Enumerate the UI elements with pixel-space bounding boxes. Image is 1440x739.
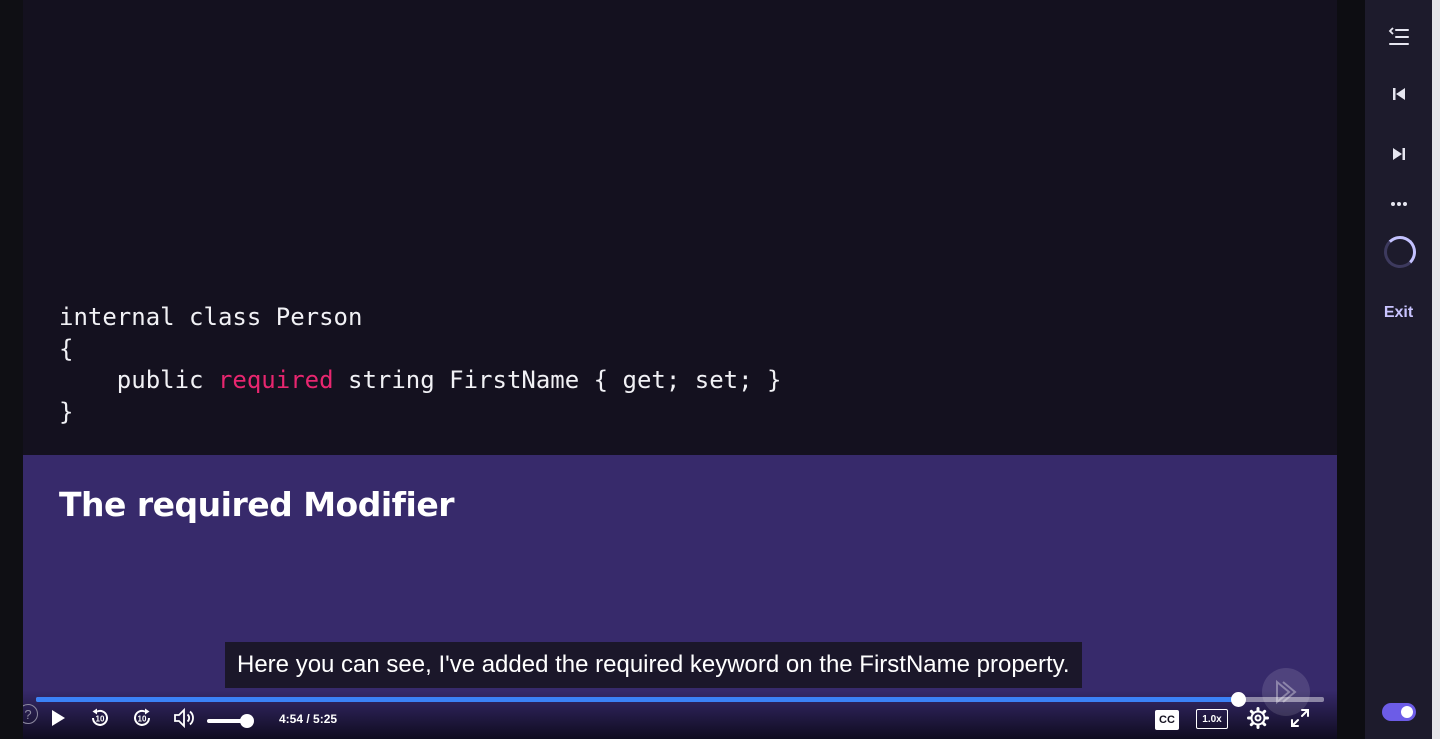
left-margin xyxy=(0,0,23,739)
time-display: 4:54 / 5:25 xyxy=(279,712,338,726)
playlist-button[interactable] xyxy=(1365,26,1432,53)
window-edge xyxy=(1432,0,1440,739)
toggle-knob xyxy=(1401,706,1413,718)
playlist-icon xyxy=(1388,26,1410,53)
video-player[interactable]: internal class Person { public required … xyxy=(23,0,1337,739)
rewind-10-icon: 10 xyxy=(88,706,112,735)
previous-clip-button[interactable] xyxy=(1365,86,1432,106)
fullscreen-icon xyxy=(1288,706,1312,735)
previous-track-icon xyxy=(1390,85,1408,108)
rewind-10-button[interactable]: 10 xyxy=(88,708,112,732)
volume-handle[interactable] xyxy=(240,714,254,728)
play-button[interactable] xyxy=(48,708,68,733)
play-icon xyxy=(48,708,68,733)
next-track-icon xyxy=(1390,145,1408,168)
progress-handle[interactable] xyxy=(1230,692,1246,707)
progress-bar[interactable] xyxy=(36,692,1324,707)
progress-spinner-icon xyxy=(1384,236,1416,268)
forward-10-button[interactable]: 10 xyxy=(130,708,154,732)
progress-fill xyxy=(36,697,1238,702)
forward-10-icon: 10 xyxy=(130,706,154,735)
code-line: public required string FirstName { get; … xyxy=(59,366,782,394)
code-line: } xyxy=(59,397,74,426)
code-line: { xyxy=(59,334,74,363)
settings-button[interactable] xyxy=(1246,706,1270,735)
more-icon xyxy=(1389,195,1409,213)
settings-icon xyxy=(1246,706,1270,735)
required-keyword: required xyxy=(217,366,334,394)
code-area: internal class Person { public required … xyxy=(23,0,1337,455)
volume-button[interactable] xyxy=(172,706,196,735)
captions-button[interactable]: CC xyxy=(1155,710,1179,730)
volume-slider[interactable] xyxy=(207,714,254,728)
slide-title: The required Modifier xyxy=(59,485,455,524)
next-clip-button[interactable] xyxy=(1365,146,1432,166)
code-block: internal class Person { public required … xyxy=(59,302,781,428)
svg-text:10: 10 xyxy=(138,714,147,723)
course-sidebar: Exit xyxy=(1365,0,1432,739)
more-options-button[interactable] xyxy=(1365,196,1432,212)
code-line: internal class Person xyxy=(59,303,363,331)
subtitle-caption: Here you can see, I've added the require… xyxy=(225,642,1082,688)
svg-text:10: 10 xyxy=(96,714,105,723)
fullscreen-button[interactable] xyxy=(1288,708,1312,732)
exit-button[interactable]: Exit xyxy=(1365,304,1432,322)
autoplay-toggle[interactable] xyxy=(1382,703,1416,721)
volume-icon xyxy=(172,706,196,735)
playback-speed-button[interactable]: 1.0x xyxy=(1196,709,1228,729)
